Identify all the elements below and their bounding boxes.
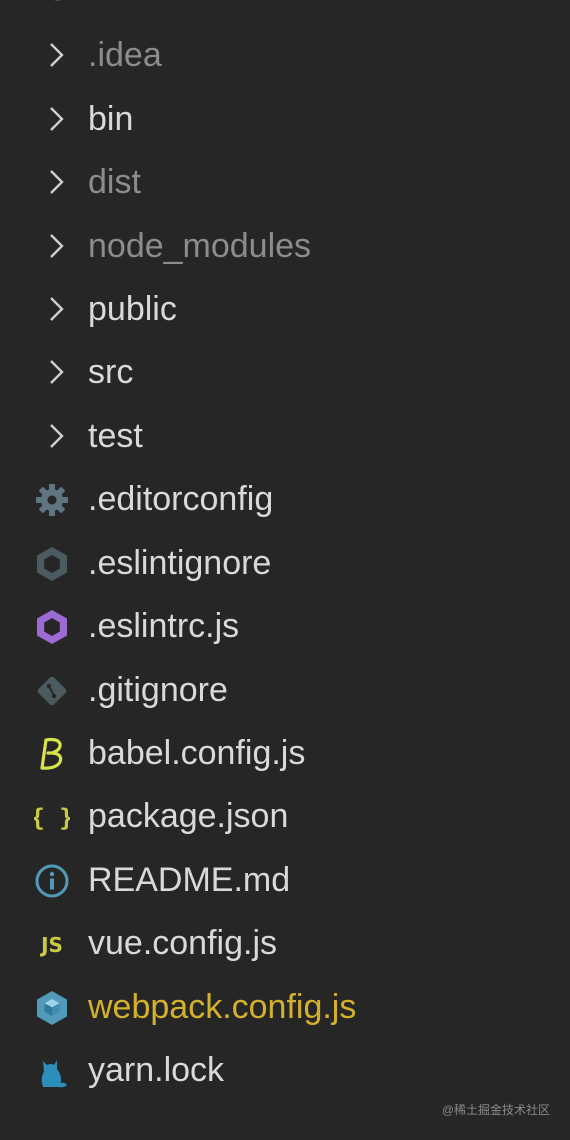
folder-row-idea[interactable]: .idea — [0, 23, 570, 86]
chevron-right-icon — [50, 297, 64, 321]
chevron-right-icon — [50, 107, 64, 131]
chevron-right-icon — [50, 170, 64, 194]
file-label: webpack.config.js — [88, 988, 357, 1026]
folder-row-src[interactable]: src — [0, 340, 570, 403]
folder-row-test[interactable]: test — [0, 404, 570, 467]
folder-label: node_modules — [88, 227, 312, 265]
json-braces-icon: { } — [32, 797, 72, 837]
folder-label: public — [88, 290, 177, 328]
gear-icon — [32, 480, 72, 520]
eslint-purple-hexagon-icon — [32, 607, 72, 647]
file-label: babel.config.js — [88, 734, 306, 772]
file-label: README.md — [88, 861, 291, 899]
svg-text:{ }: { } — [34, 804, 70, 832]
file-label: yarn.lock — [88, 1051, 225, 1089]
babel-b-icon — [32, 734, 72, 774]
webpack-cube-icon — [32, 988, 72, 1028]
js-icon: JS — [32, 924, 72, 964]
file-row-eslintrc[interactable]: .eslintrc.js — [0, 594, 570, 657]
folder-label: dist — [88, 163, 141, 201]
file-row-readme[interactable]: README.md — [0, 848, 570, 911]
file-label: .eslintignore — [88, 544, 272, 582]
file-label: vue.config.js — [88, 924, 277, 962]
file-row-vue-config[interactable]: JS vue.config.js — [0, 911, 570, 974]
file-row-yarn-lock[interactable]: yarn.lock — [0, 1038, 570, 1101]
info-circle-icon — [32, 861, 72, 901]
folder-label: bin — [88, 100, 134, 138]
chevron-right-icon — [50, 360, 64, 384]
file-label: .eslintrc.js — [88, 607, 240, 645]
git-diamond-icon — [32, 671, 72, 711]
chevron-right-icon — [50, 43, 64, 67]
folder-label: test — [88, 417, 143, 455]
file-label: package.json — [88, 797, 289, 835]
root-folder-label: GDIPTE — [46, 0, 170, 8]
watermark: @稀土掘金技术社区 — [441, 1103, 550, 1117]
folder-row-bin[interactable]: bin — [0, 87, 570, 150]
file-row-webpack-config[interactable]: webpack.config.js — [0, 975, 570, 1038]
eslint-hexagon-icon — [32, 544, 72, 584]
yarn-cat-icon — [32, 1051, 72, 1091]
folder-label: .idea — [88, 36, 162, 74]
folder-row-dist[interactable]: dist — [0, 150, 570, 213]
file-row-gitignore[interactable]: .gitignore — [0, 658, 570, 721]
chevron-right-icon — [50, 234, 64, 258]
file-row-babel-config[interactable]: babel.config.js — [0, 721, 570, 784]
file-row-package-json[interactable]: { } package.json — [0, 784, 570, 847]
folder-row-public[interactable]: public — [0, 277, 570, 340]
file-label: .gitignore — [88, 671, 228, 709]
file-row-editorconfig[interactable]: .editorconfig — [0, 467, 570, 530]
file-label: .editorconfig — [88, 480, 274, 518]
folder-row-node-modules[interactable]: node_modules — [0, 214, 570, 277]
folder-label: src — [88, 353, 134, 391]
file-row-eslintignore[interactable]: .eslintignore — [0, 531, 570, 594]
chevron-right-icon — [50, 424, 64, 448]
file-explorer: GDIPTE .idea bin dist node_modules publi… — [0, 0, 570, 1140]
svg-text:JS: JS — [39, 933, 63, 957]
